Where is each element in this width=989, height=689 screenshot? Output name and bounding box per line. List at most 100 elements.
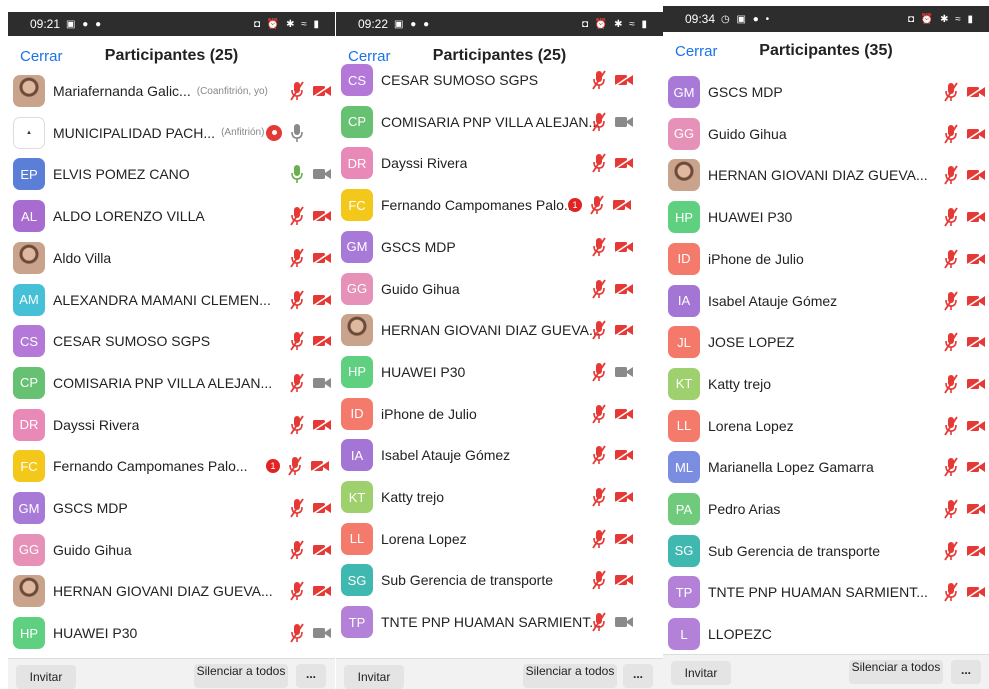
camera-off-icon	[612, 198, 632, 212]
participant-row[interactable]: GG Guido Gihua	[663, 113, 989, 155]
participant-row[interactable]: TP TNTE PNP HUAMAN SARMIENT...	[663, 571, 989, 613]
camera-off-icon	[614, 240, 634, 254]
participant-list[interactable]: CS CESAR SUMOSO SGPS CP COMISARIA PNP VILLA…	[336, 0, 663, 689]
participant-row[interactable]: TP TNTE PNP HUAMAN SARMIENT...	[336, 601, 663, 643]
participants-panel-2: 09:22 ▣ ● ● ◘ ⏰ ✱ ≈ ▮ Cerrar Participant…	[336, 0, 663, 689]
participant-row[interactable]: ▲ MUNICIPALIDAD PACH... (Anfitrión)	[8, 112, 335, 154]
mic-off-icon	[289, 540, 305, 560]
participant-row[interactable]: EP ELVIS POMEZ CANO	[8, 153, 335, 195]
participant-row[interactable]: FC Fernando Campomanes Palo... 1	[8, 445, 335, 487]
participant-row[interactable]: CP COMISARIA PNP VILLA ALEJAN...	[336, 101, 663, 143]
mic-off-icon	[289, 331, 305, 351]
participant-row[interactable]: ID iPhone de Julio	[663, 238, 989, 280]
avatar-initials: AM	[13, 283, 45, 316]
participant-row[interactable]: DR Dayssi Rivera	[336, 142, 663, 184]
mute-all-button[interactable]: Silenciar a todos	[194, 664, 288, 688]
avatar-logo: ▲	[13, 116, 45, 149]
camera-icon	[614, 365, 634, 379]
participant-row[interactable]: GM GSCS MDP	[663, 71, 989, 113]
participant-name: Marianella Lopez Gamarra	[708, 459, 874, 476]
participant-row[interactable]: LL Lorena Lopez	[663, 405, 989, 447]
camera-off-icon	[312, 417, 332, 432]
mic-off-icon	[591, 404, 607, 424]
participant-name: GSCS MDP	[53, 500, 128, 516]
mic-off-icon	[943, 582, 959, 602]
participant-status-icons	[943, 332, 986, 352]
mic-off-icon	[591, 612, 607, 632]
camera-off-icon	[966, 252, 986, 266]
invite-button[interactable]: Invitar	[671, 661, 731, 685]
mute-all-button[interactable]: Silenciar a todos	[849, 660, 943, 684]
participant-row[interactable]: GG Guido Gihua	[336, 268, 663, 310]
participant-row[interactable]: CS CESAR SUMOSO SGPS	[336, 59, 663, 101]
mic-off-icon	[289, 581, 305, 601]
avatar-initials: TP	[668, 576, 700, 609]
participant-name: HUAWEI P30	[53, 625, 138, 642]
participant-status-icons	[943, 541, 986, 561]
participant-row[interactable]: LL Lorena Lopez	[336, 518, 663, 560]
participant-row[interactable]: GG Guido Gihua	[8, 529, 335, 571]
camera-icon	[312, 626, 332, 640]
participant-name: Guido Gihua	[381, 280, 460, 297]
participant-status-icons	[591, 362, 634, 382]
mute-all-button[interactable]: Silenciar a todos	[523, 664, 617, 688]
participant-row[interactable]: KT Katty trejo	[336, 476, 663, 518]
participant-row[interactable]: PA Pedro Arias	[663, 488, 989, 530]
participant-name: Sub Gerencia de transporte	[381, 572, 553, 589]
participant-row[interactable]: ID iPhone de Julio	[336, 393, 663, 435]
mic-off-icon	[591, 112, 607, 132]
participant-row[interactable]: DR Dayssi Rivera	[8, 404, 335, 446]
participant-row[interactable]: L LLOPEZC	[663, 613, 989, 655]
more-options-button[interactable]: ...	[296, 664, 326, 688]
mic-off-icon	[943, 457, 959, 477]
mic-icon	[289, 164, 305, 184]
participant-row[interactable]: GM GSCS MDP	[336, 226, 663, 268]
participant-row[interactable]: GM GSCS MDP	[8, 487, 335, 529]
camera-off-icon	[966, 127, 986, 141]
participant-name: ALEXANDRA MAMANI CLEMEN...	[53, 291, 271, 308]
participant-row[interactable]: IA Isabel Atauje Gómez	[663, 280, 989, 322]
participant-name: Isabel Atauje Gómez	[381, 447, 511, 464]
more-options-button[interactable]: ...	[951, 660, 981, 684]
invite-button[interactable]: Invitar	[16, 665, 76, 689]
participant-row[interactable]: Aldo Villa	[8, 237, 335, 279]
participant-row[interactable]: HP HUAWEI P30	[336, 351, 663, 393]
participant-name: Lorena Lopez	[708, 417, 794, 434]
participant-row[interactable]: CS CESAR SUMOSO SGPS	[8, 320, 335, 362]
participant-row[interactable]: JL JOSE LOPEZ	[663, 321, 989, 363]
participant-row[interactable]: FC Fernando Campomanes Palo... 1	[336, 184, 663, 226]
participant-row[interactable]: ML Marianella Lopez Gamarra	[663, 446, 989, 488]
participant-row[interactable]: AL ALDO LORENZO VILLA	[8, 195, 335, 237]
more-options-button[interactable]: ...	[623, 664, 653, 688]
participant-row[interactable]: AM ALEXANDRA MAMANI CLEMEN...	[8, 279, 335, 321]
participant-row[interactable]: KT Katty trejo	[663, 363, 989, 405]
participant-name: Dayssi Rivera	[53, 416, 140, 433]
participant-status-icons	[289, 581, 332, 601]
camera-off-icon	[312, 543, 332, 557]
participant-row[interactable]: SG Sub Gerencia de transporte	[336, 559, 663, 601]
mic-off-icon	[591, 445, 607, 465]
participant-list[interactable]: Mariafernanda Galic... (Coanfitrión, yo) ▲…	[8, 0, 335, 689]
avatar-initials: CP	[13, 366, 45, 399]
avatar-initials: DR	[341, 147, 373, 180]
participant-row[interactable]: Mariafernanda Galic... (Coanfitrión, yo)	[8, 70, 335, 112]
participant-row[interactable]: HP HUAWEI P30	[8, 612, 335, 654]
participant-row[interactable]: HERNAN GIOVANI DIAZ GUEVA...	[336, 309, 663, 351]
mic-off-icon	[289, 373, 305, 393]
avatar-initials: LL	[341, 522, 373, 555]
invite-button[interactable]: Invitar	[344, 665, 404, 689]
participant-row[interactable]: HERNAN GIOVANI DIAZ GUEVA...	[663, 154, 989, 196]
camera-off-icon	[312, 209, 332, 223]
participant-row[interactable]: SG Sub Gerencia de transporte	[663, 530, 989, 572]
avatar-photo	[13, 241, 45, 274]
avatar-initials: IA	[668, 284, 700, 317]
avatar-initials: EP	[13, 158, 45, 191]
participant-list[interactable]: GM GSCS MDP GG Guido Gihua HERNAN GIOVANI DI…	[663, 0, 989, 689]
participant-row[interactable]: HP HUAWEI P30	[663, 196, 989, 238]
participant-row[interactable]: IA Isabel Atauje Gómez	[336, 434, 663, 476]
participant-row[interactable]: HERNAN GIOVANI DIAZ GUEVA...	[8, 570, 335, 612]
participants-panel-3: 09:34 ◷ ▣ ● • ◘ ⏰ ✱ ≈ ▮ Cerrar Participa…	[663, 0, 989, 689]
avatar-initials: DR	[13, 408, 45, 441]
avatar-initials: L	[668, 618, 700, 651]
participant-row[interactable]: CP COMISARIA PNP VILLA ALEJAN...	[8, 362, 335, 404]
